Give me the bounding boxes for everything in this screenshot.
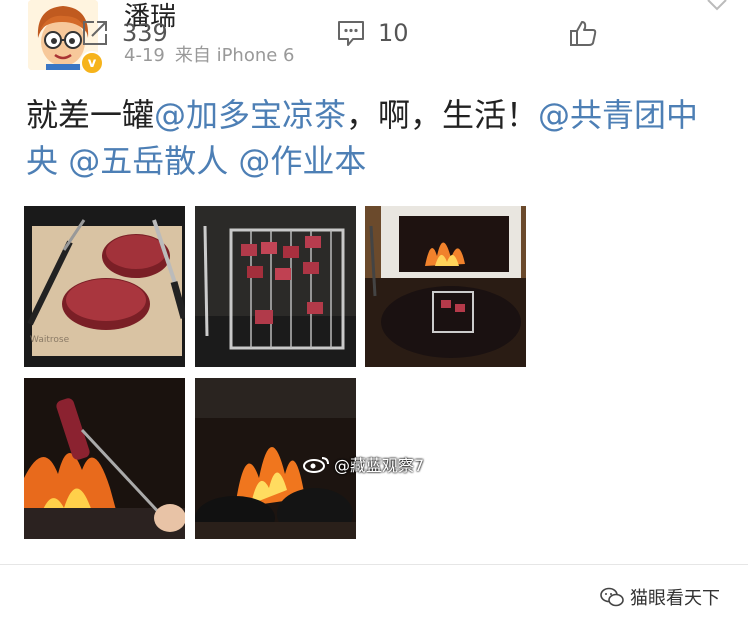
skewer-fire-image	[24, 378, 185, 539]
text-segment: ，啊，生活！	[346, 96, 539, 134]
account-name: 猫眼看天下	[630, 588, 720, 609]
verified-badge: v	[80, 51, 104, 75]
mention-link[interactable]: @五岳散人	[68, 142, 228, 180]
text-segment	[58, 142, 68, 180]
weibo-logo-icon	[303, 457, 329, 473]
chevron-down-icon[interactable]	[706, 0, 728, 16]
post-source: 来自 iPhone 6	[174, 45, 295, 66]
post-text: 就差一罐@加多宝凉茶，啊，生活！@共青团中央 @五岳散人 @作业本	[26, 92, 726, 184]
steak-image: Waitrose	[24, 206, 185, 367]
like-button[interactable]	[568, 18, 598, 48]
repost-icon	[83, 21, 107, 45]
account-watermark: 猫眼看天下	[594, 582, 726, 612]
post-time: 4-19	[124, 45, 165, 66]
photo-skewer-fire[interactable]	[24, 378, 185, 539]
text-segment: 就差一罐	[26, 96, 155, 134]
fireplace-image	[365, 206, 526, 367]
like-icon	[570, 21, 597, 46]
repost-count: 339	[122, 19, 168, 47]
watermark-text: @藏蓝观察7	[334, 456, 425, 475]
repost-button[interactable]: 339	[80, 18, 168, 48]
comment-icon	[338, 21, 364, 46]
skewers-image	[195, 206, 356, 367]
wechat-icon	[600, 587, 624, 607]
text-segment	[228, 142, 238, 180]
mention-link[interactable]: @作业本	[238, 142, 366, 180]
photo-steak[interactable]: Waitrose	[24, 206, 185, 367]
mention-link[interactable]: @加多宝凉茶	[154, 96, 346, 134]
comment-count: 10	[378, 19, 409, 47]
board-caption: Waitrose	[30, 335, 70, 345]
photo-watermark: @藏蓝观察7	[302, 452, 424, 476]
photo-skewers[interactable]	[195, 206, 356, 367]
photo-fireplace[interactable]	[365, 206, 526, 367]
comment-button[interactable]: 10	[336, 18, 409, 48]
